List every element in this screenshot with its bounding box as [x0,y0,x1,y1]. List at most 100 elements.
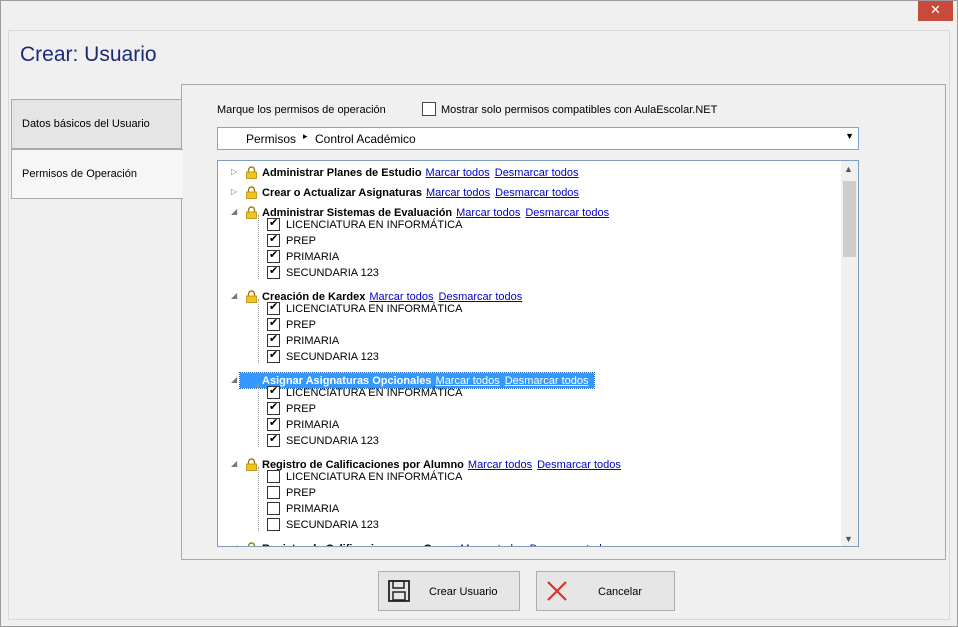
tree-child-node[interactable]: ✔ PRIMARIA [218,333,818,349]
save-icon [388,580,410,602]
permission-checkbox[interactable]: ✔ [267,317,280,331]
level-name: PRIMARIA [286,503,340,515]
expand-arrow-icon[interactable]: ▷ [231,167,237,176]
level-name: SECUNDARIA 123 [286,351,379,363]
unmark-all-link[interactable]: Desmarcar todos [495,167,579,179]
level-name: SECUNDARIA 123 [286,519,379,531]
mark-all-link[interactable]: Marcar todos [426,187,490,199]
level-name: PREP [286,403,316,415]
tree-node[interactable]: ▷ Administrar Planes de Estudio Marcar tod… [218,165,818,181]
close-button[interactable]: ✕ [918,1,953,21]
check-icon: ✔ [269,417,279,429]
permission-name: Administrar Planes de Estudio [262,167,422,179]
collapse-arrow-icon[interactable]: ◢ [231,207,237,216]
level-name: PREP [286,235,316,247]
permission-checkbox[interactable]: ✔ [267,433,280,447]
permissions-tree[interactable]: ▲ ▼ ▷ Administrar Planes de Estudio Marcar… [217,160,859,547]
tab-permissions[interactable]: Permisos de Operación [11,149,183,199]
tree-child-node[interactable]: ✔ LICENCIATURA EN INFORMÁTICA [218,301,818,317]
scroll-up-icon[interactable]: ▲ [844,164,853,174]
level-name: SECUNDARIA 123 [286,435,379,447]
tree-child-node[interactable]: SECUNDARIA 123 [218,517,818,533]
permission-checkbox[interactable]: ✔ [267,333,280,347]
permission-name: Registro de Calificaciones por Grupo [240,543,456,546]
permission-checkbox[interactable] [267,502,280,515]
cancel-icon [547,581,567,601]
create-user-button[interactable]: Crear Usuario [378,571,520,611]
check-icon: ✔ [269,233,279,245]
level-name: LICENCIATURA EN INFORMÁTICA [286,303,463,315]
check-icon: ✔ [269,385,279,397]
permission-checkbox[interactable]: ✔ [267,265,280,279]
compat-checkbox[interactable] [422,102,436,116]
permission-checkbox[interactable]: ✔ [267,349,280,363]
mark-all-link[interactable]: Marcar todos [426,167,490,179]
collapse-arrow-icon[interactable]: ◢ [231,543,237,546]
tab-basic-data[interactable]: Datos básicos del Usuario [11,99,183,149]
tree-child-node[interactable]: ✔ SECUNDARIA 123 [218,349,818,365]
level-name: PREP [286,487,316,499]
check-icon: ✔ [269,249,279,261]
unmark-all-link[interactable]: Desmarcar todos [530,543,614,546]
tree-child-node[interactable]: PRIMARIA [218,501,818,517]
level-name: PRIMARIA [286,419,340,431]
permission-checkbox[interactable]: ✔ [267,301,280,315]
category-dropdown[interactable]: Permisos ▸ Control Académico ▼ [217,127,859,150]
permission-checkbox[interactable] [267,486,280,499]
compat-label: Mostrar solo permisos compatibles con Au… [441,104,718,116]
dropdown-arrow-icon[interactable]: ▼ [845,131,854,141]
cancel-label: Cancelar [598,586,643,598]
tree-child-node[interactable]: ✔ PREP [218,317,818,333]
permission-checkbox[interactable] [267,470,280,483]
permission-checkbox[interactable]: ✔ [267,233,280,247]
tree-child-node[interactable]: ✔ PRIMARIA [218,417,818,433]
tree-connector [258,299,259,363]
tree-child-node[interactable]: ✔ PREP [218,233,818,249]
tree-child-node[interactable]: LICENCIATURA EN INFORMÁTICA [218,469,818,485]
permission-checkbox[interactable]: ✔ [267,417,280,431]
permission-checkbox[interactable]: ✔ [267,401,280,415]
close-icon: ✕ [930,3,941,18]
check-icon: ✔ [269,333,279,345]
collapse-arrow-icon[interactable]: ◢ [231,459,237,468]
permission-checkbox[interactable]: ✔ [267,249,280,263]
unmark-all-link[interactable]: Desmarcar todos [495,187,579,199]
level-name: LICENCIATURA EN INFORMÁTICA [286,471,463,483]
tree-node[interactable]: ▷ Crear o Actualizar Asignaturas Marcar to… [218,185,818,201]
level-name: LICENCIATURA EN INFORMÁTICA [286,219,463,231]
tree-child-node[interactable]: PREP [218,485,818,501]
permission-checkbox[interactable]: ✔ [267,385,280,399]
breadcrumb-current: Control Académico [315,132,416,146]
level-name: PRIMARIA [286,335,340,347]
collapse-arrow-icon[interactable]: ◢ [231,375,237,384]
tree-child-node[interactable]: ✔ PREP [218,401,818,417]
instruction-label: Marque los permisos de operación [217,104,386,116]
title-bar: ✕ [1,1,957,25]
permission-checkbox[interactable] [267,518,280,531]
create-user-label: Crear Usuario [429,586,498,598]
tree-child-node[interactable]: ✔ LICENCIATURA EN INFORMÁTICA [218,217,818,233]
expand-arrow-icon[interactable]: ▷ [231,187,237,196]
tree-child-node[interactable]: ✔ SECUNDARIA 123 [218,265,818,281]
cancel-button[interactable]: Cancelar [536,571,675,611]
scroll-down-icon[interactable]: ▼ [844,534,853,544]
permission-name: Crear o Actualizar Asignaturas [262,187,422,199]
level-name: SECUNDARIA 123 [286,267,379,279]
level-name: PREP [286,319,316,331]
scroll-thumb[interactable] [843,181,856,257]
tab-label: Permisos de Operación [22,168,137,180]
level-name: PRIMARIA [286,251,340,263]
vertical-scrollbar[interactable]: ▲ ▼ [841,161,858,546]
check-icon: ✔ [269,401,279,413]
check-icon: ✔ [269,265,279,277]
tree-child-node[interactable]: ✔ SECUNDARIA 123 [218,433,818,449]
collapse-arrow-icon[interactable]: ◢ [231,291,237,300]
permission-checkbox[interactable]: ✔ [267,217,280,231]
check-icon: ✔ [269,317,279,329]
mark-all-link[interactable]: Marcar todos [460,543,524,546]
tree-child-node[interactable]: ✔ LICENCIATURA EN INFORMÁTICA [218,385,818,401]
tree-child-node[interactable]: ✔ PRIMARIA [218,249,818,265]
tab-label: Datos básicos del Usuario [22,118,150,130]
tree-connector [258,383,259,447]
tree-node[interactable]: ◢Registro de Calificaciones por Grupo Mar… [218,541,818,546]
